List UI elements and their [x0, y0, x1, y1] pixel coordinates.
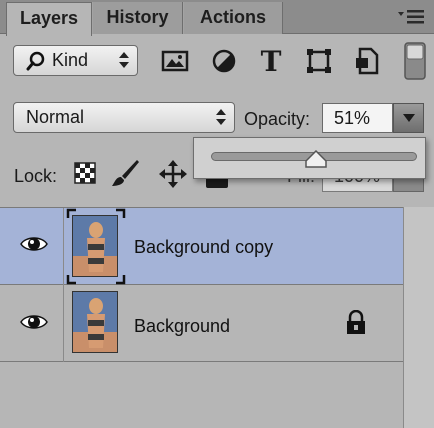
- lock-label: Lock:: [14, 166, 58, 186]
- layer-row-background[interactable]: Background: [0, 285, 403, 362]
- tab-layers[interactable]: Layers: [6, 2, 92, 36]
- opacity-value: 51%: [334, 108, 371, 128]
- image-filter-icon[interactable]: [160, 46, 190, 76]
- tab-actions[interactable]: Actions: [183, 2, 283, 34]
- select-arrows-icon: [118, 50, 130, 70]
- filter-kind-label: Kind: [52, 50, 89, 70]
- layer-name[interactable]: Background copy: [134, 237, 273, 258]
- layer-thumbnail: [72, 215, 118, 277]
- filter-toggle-switch[interactable]: [404, 42, 426, 80]
- smart-object-filter-icon[interactable]: [352, 46, 382, 76]
- lock-image-pixels-brush-icon[interactable]: [110, 158, 140, 193]
- chevron-down-icon: [403, 114, 415, 122]
- tab-history[interactable]: History: [92, 2, 183, 34]
- type-filter-icon[interactable]: T: [256, 45, 286, 78]
- lock-icon: [345, 309, 367, 336]
- adjustment-filter-icon[interactable]: [209, 46, 239, 76]
- layer-thumbnail: [72, 291, 118, 353]
- layer-name[interactable]: Background: [134, 316, 230, 337]
- svg-text:T: T: [261, 46, 282, 76]
- opacity-slider-thumb[interactable]: [305, 149, 327, 168]
- opacity-dropdown-button[interactable]: [393, 103, 424, 133]
- search-icon: [26, 51, 46, 71]
- lock-position-move-icon[interactable]: [158, 159, 188, 194]
- lock-transparent-pixels-icon[interactable]: [74, 162, 96, 189]
- select-arrows-icon: [215, 107, 227, 127]
- visibility-toggle[interactable]: [0, 208, 64, 285]
- shape-filter-icon[interactable]: [304, 46, 334, 76]
- blend-mode-value: Normal: [26, 107, 85, 127]
- panel-menu-icon[interactable]: [396, 8, 426, 26]
- layer-row-background-copy[interactable]: Background copy: [0, 208, 403, 285]
- layer-list-scrollbar[interactable]: [403, 207, 434, 428]
- opacity-label: Opacity:: [244, 109, 311, 129]
- eye-icon[interactable]: [20, 235, 48, 253]
- eye-icon[interactable]: [20, 313, 48, 331]
- visibility-toggle[interactable]: [0, 285, 64, 362]
